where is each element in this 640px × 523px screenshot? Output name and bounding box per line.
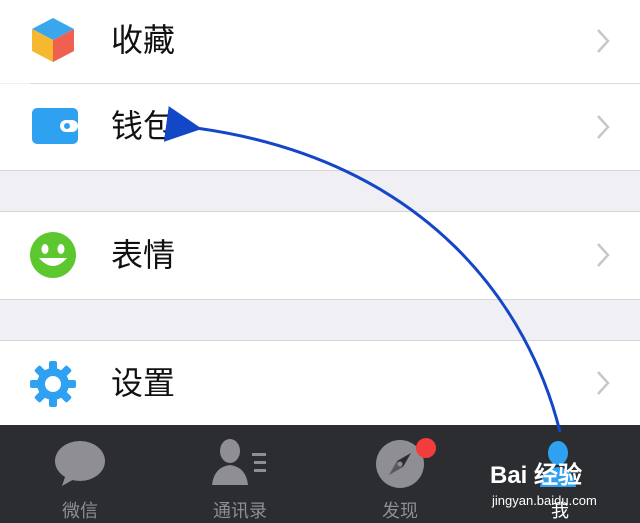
notification-badge	[416, 438, 436, 458]
wallet-icon	[32, 108, 78, 144]
watermark-brand: Bai 经验	[490, 462, 583, 489]
chevron-right-icon	[597, 371, 610, 395]
settings-gear-icon	[30, 361, 76, 407]
favorites-cube-icon	[32, 18, 74, 62]
menu-item-settings[interactable]: 设置	[0, 341, 640, 425]
chevron-right-icon	[597, 115, 610, 139]
chat-bubble-icon	[55, 441, 105, 486]
menu-item-label: 设置	[111, 364, 176, 402]
menu-item-wallet[interactable]: 钱包	[0, 84, 640, 170]
chevron-right-icon	[597, 29, 610, 53]
chevron-right-icon	[597, 243, 610, 267]
tab-label: 微信	[62, 501, 98, 522]
smiley-icon	[30, 232, 76, 278]
watermark-url: jingyan.baidu.com	[492, 493, 597, 508]
baidu-jingyan-watermark: Bai 经验 jingyan.baidu.com	[490, 455, 610, 511]
menu-item-stickers[interactable]: 表情	[0, 212, 640, 299]
section-border	[0, 299, 640, 300]
menu-item-favorites[interactable]: 收藏	[0, 0, 640, 83]
menu-item-label: 钱包	[111, 107, 176, 145]
tab-label: 通讯录	[213, 501, 267, 522]
menu-item-label: 表情	[111, 236, 176, 274]
contacts-icon	[212, 439, 266, 485]
section-border	[0, 170, 640, 171]
tab-label: 发现	[382, 501, 418, 522]
menu-item-label: 收藏	[111, 21, 176, 59]
